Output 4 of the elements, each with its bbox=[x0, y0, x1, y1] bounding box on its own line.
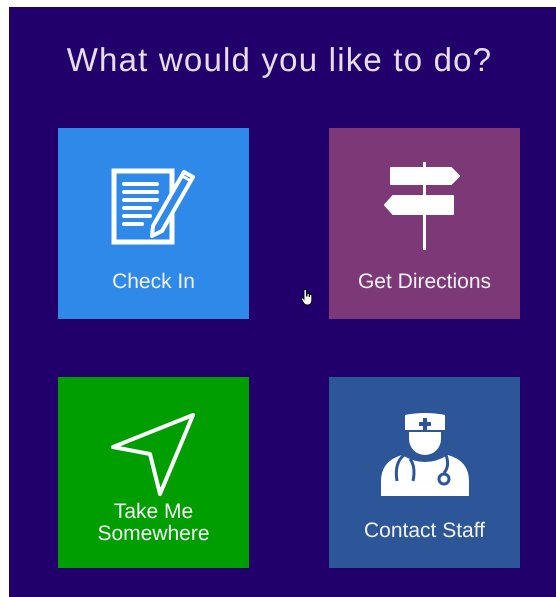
hand-cursor-icon bbox=[301, 289, 313, 306]
menu-tile[interactable]: Contact Staff bbox=[329, 377, 520, 568]
page-title: What would you like to do? bbox=[66, 40, 494, 80]
menu-tile[interactable]: Get Directions bbox=[329, 128, 520, 319]
